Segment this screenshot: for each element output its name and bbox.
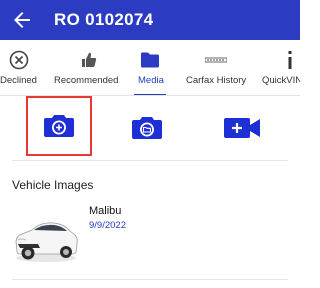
- tab-label: Declined: [0, 75, 37, 86]
- tab-label: Media: [138, 75, 164, 86]
- thumbs-up-icon: [82, 52, 97, 67]
- carfax-logo-icon: [205, 57, 227, 63]
- media-actions: [0, 96, 300, 160]
- tab-label: Recommended: [54, 75, 119, 86]
- tab-label: QuickVIN: [262, 75, 300, 86]
- info-icon: [288, 51, 292, 69]
- divider: [12, 279, 288, 280]
- app-bar: RO 0102074: [0, 0, 300, 40]
- arrow-left-icon: [14, 12, 30, 28]
- take-photo-button[interactable]: [26, 96, 92, 156]
- list-item[interactable]: Malibu 9/9/2022: [0, 196, 300, 276]
- divider: [12, 160, 288, 161]
- white-sedan-image: [12, 200, 80, 270]
- folder-icon: [141, 52, 159, 68]
- tab-label: Carfax History: [186, 75, 247, 86]
- section-title: Vehicle Images: [12, 178, 94, 192]
- vehicle-date: 9/9/2022: [89, 220, 126, 231]
- record-video-button[interactable]: [210, 100, 274, 156]
- video-add-icon: [224, 118, 260, 138]
- tab-carfax-history[interactable]: Carfax History: [180, 40, 252, 95]
- tab-bar: Declined Recommended Media Carfax Histor…: [0, 40, 300, 96]
- vehicle-name: Malibu: [89, 205, 122, 217]
- x-circle-icon: [9, 50, 29, 70]
- tab-quickvin[interactable]: QuickVIN: [258, 40, 300, 95]
- vehicle-thumbnail: [12, 200, 80, 270]
- back-button[interactable]: [10, 8, 34, 32]
- tab-media[interactable]: Media: [130, 40, 170, 95]
- choose-from-gallery-button[interactable]: [115, 100, 179, 156]
- camera-add-icon: [44, 115, 74, 137]
- page-title: RO 0102074: [54, 10, 154, 29]
- camera-folder-icon: [132, 117, 162, 139]
- tab-declined[interactable]: Declined: [0, 40, 42, 95]
- tab-recommended[interactable]: Recommended: [50, 40, 128, 95]
